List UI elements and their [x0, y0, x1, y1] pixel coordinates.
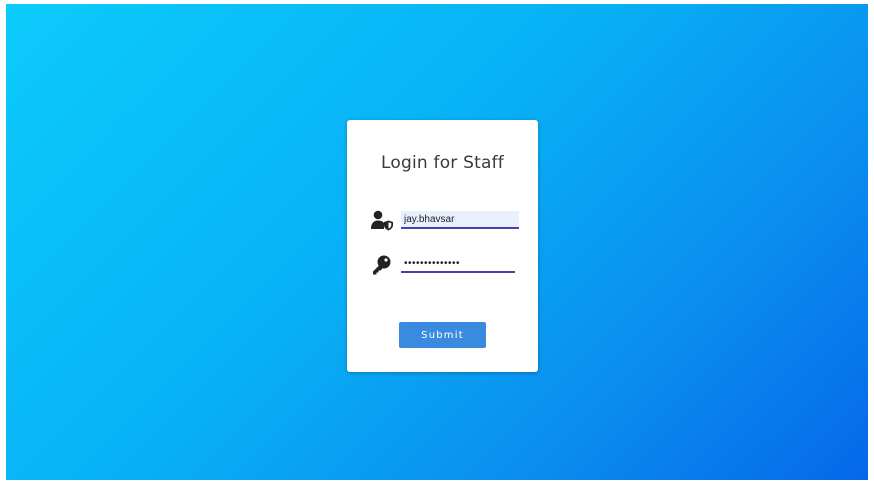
- key-icon: [371, 254, 393, 276]
- password-row: [347, 252, 538, 278]
- page-background: Login for Staff Su: [6, 4, 868, 480]
- password-input[interactable]: [401, 255, 515, 273]
- login-card: Login for Staff Su: [347, 120, 538, 372]
- user-shield-icon: [371, 210, 393, 232]
- submit-button[interactable]: Submit: [399, 322, 486, 348]
- username-input[interactable]: [401, 211, 519, 229]
- login-title: Login for Staff: [381, 153, 504, 173]
- username-row: [347, 208, 538, 234]
